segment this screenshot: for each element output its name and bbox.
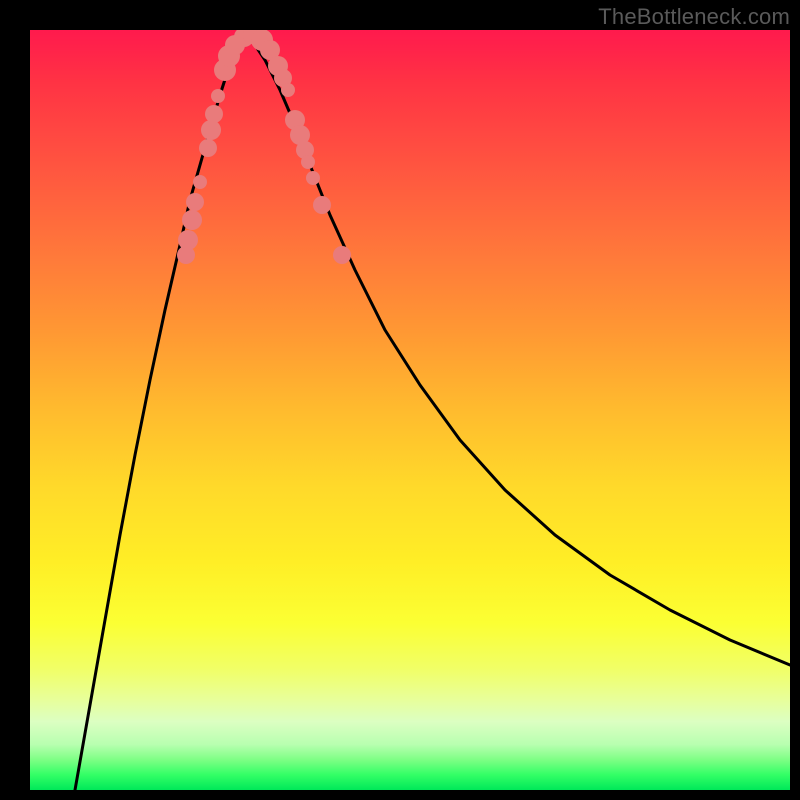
data-point: [205, 105, 223, 123]
data-point: [301, 155, 315, 169]
data-point: [178, 230, 198, 250]
plot-area: [30, 30, 790, 790]
data-point: [201, 120, 221, 140]
data-point: [306, 171, 320, 185]
watermark-text: TheBottleneck.com: [598, 4, 790, 30]
data-point: [199, 139, 217, 157]
chart-frame: TheBottleneck.com: [0, 0, 800, 800]
data-point: [211, 89, 225, 103]
curve-left-branch: [75, 34, 246, 790]
data-point: [193, 175, 207, 189]
curve-right-branch: [246, 34, 790, 665]
data-point: [182, 210, 202, 230]
data-point: [333, 246, 351, 264]
data-point: [281, 83, 295, 97]
data-point: [186, 193, 204, 211]
data-point: [313, 196, 331, 214]
bottleneck-curve: [30, 30, 790, 790]
